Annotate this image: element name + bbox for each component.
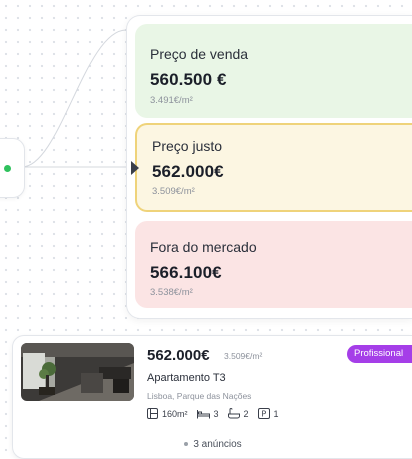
feature-bathrooms: 2 — [227, 408, 249, 419]
listing-price: 562.000€ — [147, 347, 210, 364]
feature-parking: P 1 — [257, 408, 279, 419]
fair-price-per-m2: 3.509€/m² — [152, 186, 195, 197]
bed-icon — [196, 409, 210, 418]
professional-badge: Profissional — [347, 345, 412, 363]
valuation-panel: Preço de venda 560.500 € 3.491€/m² Preço… — [126, 15, 412, 319]
out-of-market-card[interactable]: Fora do mercado 566.100€ 3.538€/m² — [135, 221, 412, 308]
listing-card[interactable]: 562.000€ 3.509€/m² Profissional Apartame… — [12, 335, 412, 459]
pointer-arrow-icon — [131, 161, 139, 175]
out-of-market-value: 566.100€ — [150, 263, 222, 282]
parking-icon: P — [257, 408, 270, 419]
out-of-market-per-m2: 3.538€/m² — [150, 287, 193, 298]
svg-text:P: P — [261, 410, 266, 419]
bullet-icon — [184, 442, 189, 447]
listings-count-link[interactable]: 3 anúncios — [13, 439, 412, 450]
sale-price-label: Preço de venda — [150, 46, 249, 62]
feature-bedrooms: 3 — [196, 408, 219, 419]
listing-photo[interactable] — [21, 343, 134, 401]
fair-price-card[interactable]: Preço justo 562.000€ 3.509€/m² — [135, 123, 412, 212]
area-value: 160m² — [162, 408, 188, 419]
area-icon — [147, 408, 158, 419]
listing-type: Apartamento T3 — [147, 372, 226, 384]
sale-price-value: 560.500 € — [150, 70, 227, 89]
bedrooms-value: 3 — [213, 408, 219, 419]
source-node[interactable] — [0, 138, 25, 198]
bathrooms-value: 2 — [243, 408, 249, 419]
parking-value: 1 — [273, 408, 279, 419]
listings-count: 3 anúncios — [193, 439, 242, 450]
out-of-market-label: Fora do mercado — [150, 239, 257, 255]
sale-price-per-m2: 3.491€/m² — [150, 95, 193, 106]
listing-features: 160m² 3 2 P 1 — [147, 408, 288, 419]
listing-price-per-m2: 3.509€/m² — [224, 351, 263, 361]
listing-location: Lisboa, Parque das Nações — [147, 391, 252, 401]
fair-price-value: 562.000€ — [152, 162, 224, 181]
status-dot — [4, 165, 11, 172]
bath-icon — [227, 408, 240, 419]
fair-price-label: Preço justo — [152, 138, 223, 154]
feature-area: 160m² — [147, 408, 188, 419]
sale-price-card[interactable]: Preço de venda 560.500 € 3.491€/m² — [135, 24, 412, 118]
